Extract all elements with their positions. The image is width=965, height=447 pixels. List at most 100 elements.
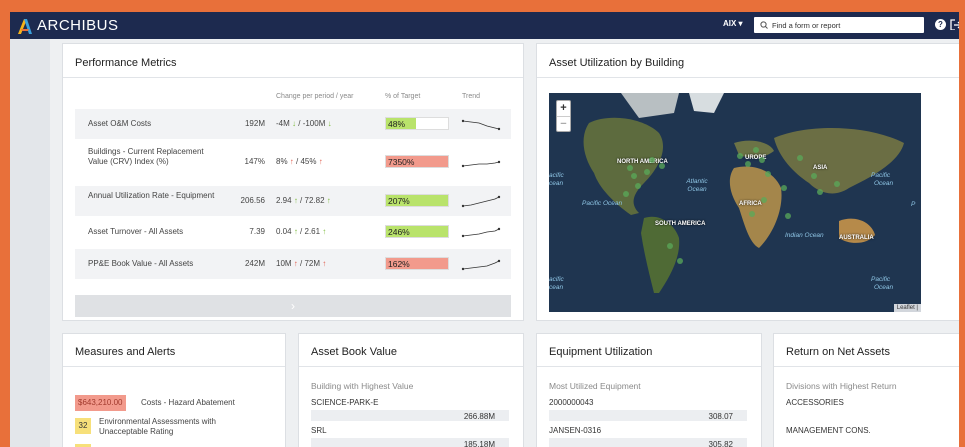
- percent-text: 48%: [388, 119, 406, 129]
- ocean-label-atlantic: Atlantic Ocean: [686, 178, 708, 193]
- building-marker[interactable]: [649, 157, 655, 163]
- item-value: 308.07: [708, 412, 733, 421]
- building-marker[interactable]: [834, 181, 840, 187]
- building-marker[interactable]: [759, 157, 765, 163]
- metric-row[interactable]: Buildings - Current Replacement Value (C…: [75, 142, 511, 182]
- archibus-logo[interactable]: ARCHIBUS: [16, 17, 119, 35]
- map-attribution[interactable]: Leaflet |: [893, 304, 921, 312]
- building-marker[interactable]: [627, 165, 633, 171]
- building-marker[interactable]: [785, 213, 791, 219]
- panel-subtitle: Most Utilized Equipment: [549, 381, 641, 391]
- top-navigation-bar: ARCHIBUS AIX ▾ ?: [10, 12, 959, 39]
- search-icon: [760, 21, 768, 29]
- item-name: ACCESSORIES: [786, 398, 844, 407]
- search-box[interactable]: [754, 17, 924, 33]
- alert-badge: 32: [75, 418, 91, 434]
- metric-label: PP&E Book Value - All Assets: [88, 259, 194, 268]
- show-more-button[interactable]: ›: [75, 295, 511, 317]
- building-marker[interactable]: [644, 169, 650, 175]
- building-marker[interactable]: [745, 161, 751, 167]
- building-marker[interactable]: [737, 153, 743, 159]
- zoom-out-button[interactable]: −: [557, 116, 570, 131]
- percent-target-bar: 246%: [385, 225, 449, 238]
- building-marker[interactable]: [781, 185, 787, 191]
- building-marker[interactable]: [765, 171, 771, 177]
- item-name: JANSEN-0316: [549, 426, 602, 435]
- panel-divider: [537, 366, 761, 367]
- change-period: -4M: [276, 119, 290, 128]
- ocean-label-pacific-bottom-right-2: Ocean: [874, 284, 894, 291]
- building-marker[interactable]: [659, 163, 665, 169]
- header-target: % of Target: [385, 93, 421, 100]
- world-map[interactable]: + − NORTH AMERICA UROPE ASIA AFRICA SOUT…: [549, 93, 921, 312]
- building-marker[interactable]: [811, 173, 817, 179]
- building-marker[interactable]: [677, 258, 683, 264]
- metric-row[interactable]: Asset O&M Costs 192M -4M ↓ / -100M ↓ 48%: [75, 109, 511, 139]
- change-arrow-icon: ↑: [293, 259, 298, 268]
- building-marker[interactable]: [623, 191, 629, 197]
- app-name: ARCHIBUS: [37, 17, 119, 34]
- app-window: ARCHIBUS AIX ▾ ? Performance Metrics Cha…: [10, 12, 959, 447]
- change-arrow-icon: ↑: [318, 157, 323, 166]
- item-value: 305.82: [708, 440, 733, 447]
- help-icon[interactable]: ?: [935, 19, 946, 30]
- metric-change: -4M ↓ / -100M ↓: [276, 119, 332, 128]
- building-marker[interactable]: [635, 183, 641, 189]
- change-arrow-icon: ↓: [292, 119, 297, 128]
- building-marker[interactable]: [667, 243, 673, 249]
- panel-divider: [299, 366, 523, 367]
- panel-divider: [63, 77, 523, 78]
- metric-row[interactable]: Asset Turnover - All Assets 7.39 0.04 ↑ / …: [75, 217, 511, 247]
- building-marker[interactable]: [761, 197, 767, 203]
- metric-label: Asset Turnover - All Assets: [88, 227, 184, 236]
- zoom-in-button[interactable]: +: [557, 101, 570, 116]
- building-marker[interactable]: [817, 189, 823, 195]
- trend-sparkline: [461, 227, 501, 238]
- building-marker[interactable]: [753, 147, 759, 153]
- change-arrow-icon: ↑: [293, 196, 298, 205]
- metric-value: 7.39: [249, 227, 265, 236]
- change-arrow-icon: ↓: [327, 119, 332, 128]
- user-menu-dropdown[interactable]: AIX ▾: [723, 19, 743, 28]
- change-arrow-icon: ↑: [326, 196, 331, 205]
- item-name: 2000000043: [549, 398, 594, 407]
- item-name: SRL: [311, 426, 327, 435]
- metric-value: 242M: [244, 259, 265, 268]
- ocean-label-pacific-bottom-left-1: acific: [549, 276, 564, 283]
- building-marker[interactable]: [797, 155, 803, 161]
- panel-title: Return on Net Assets: [786, 346, 890, 358]
- trend-sparkline: [461, 160, 501, 168]
- map-label-australia: AUSTRALIA: [839, 235, 874, 241]
- ocean-label-pacific-west: Pacific Ocean: [582, 200, 623, 207]
- ocean-label-pacific-left-1: acific: [549, 172, 564, 179]
- item-name: SCIENCE-PARK-E: [311, 398, 379, 407]
- trend-sparkline: [461, 259, 501, 271]
- metric-row[interactable]: PP&E Book Value - All Assets 242M 10M ↑ / …: [75, 249, 511, 279]
- metric-row[interactable]: Annual Utilization Rate - Equipment 206.5…: [75, 186, 511, 216]
- building-marker[interactable]: [631, 173, 637, 179]
- percent-text: 162%: [388, 259, 410, 269]
- archibus-logo-icon: [16, 17, 34, 35]
- header-change: Change per period / year: [276, 93, 354, 100]
- map-label-africa: AFRICA: [739, 201, 762, 207]
- ocean-label-pacific-right-2: Ocean: [874, 180, 894, 187]
- percent-target-bar: 7350%: [385, 155, 449, 168]
- change-period: 0.04: [276, 227, 292, 236]
- percent-target-bar: 162%: [385, 257, 449, 270]
- change-year: / 2.61: [300, 227, 321, 236]
- change-year: / 72M: [300, 259, 321, 268]
- item-value: 185.18M: [463, 440, 495, 447]
- equipment-utilization-panel: Equipment Utilization Most Utilized Equi…: [536, 333, 762, 447]
- logout-icon[interactable]: [950, 18, 959, 30]
- panel-title: Equipment Utilization: [549, 346, 653, 358]
- panel-title: Asset Utilization by Building: [549, 57, 685, 69]
- change-year: / 45%: [296, 157, 317, 166]
- change-arrow-icon: ↑: [322, 259, 327, 268]
- change-year: / 72.82: [300, 196, 325, 205]
- metric-change: 2.94 ↑ / 72.82 ↑: [276, 196, 331, 205]
- change-year: / -100M: [298, 119, 326, 128]
- building-marker[interactable]: [749, 211, 755, 217]
- change-arrow-icon: ↑: [293, 227, 298, 236]
- search-input[interactable]: [772, 20, 912, 30]
- trend-sparkline: [461, 195, 501, 208]
